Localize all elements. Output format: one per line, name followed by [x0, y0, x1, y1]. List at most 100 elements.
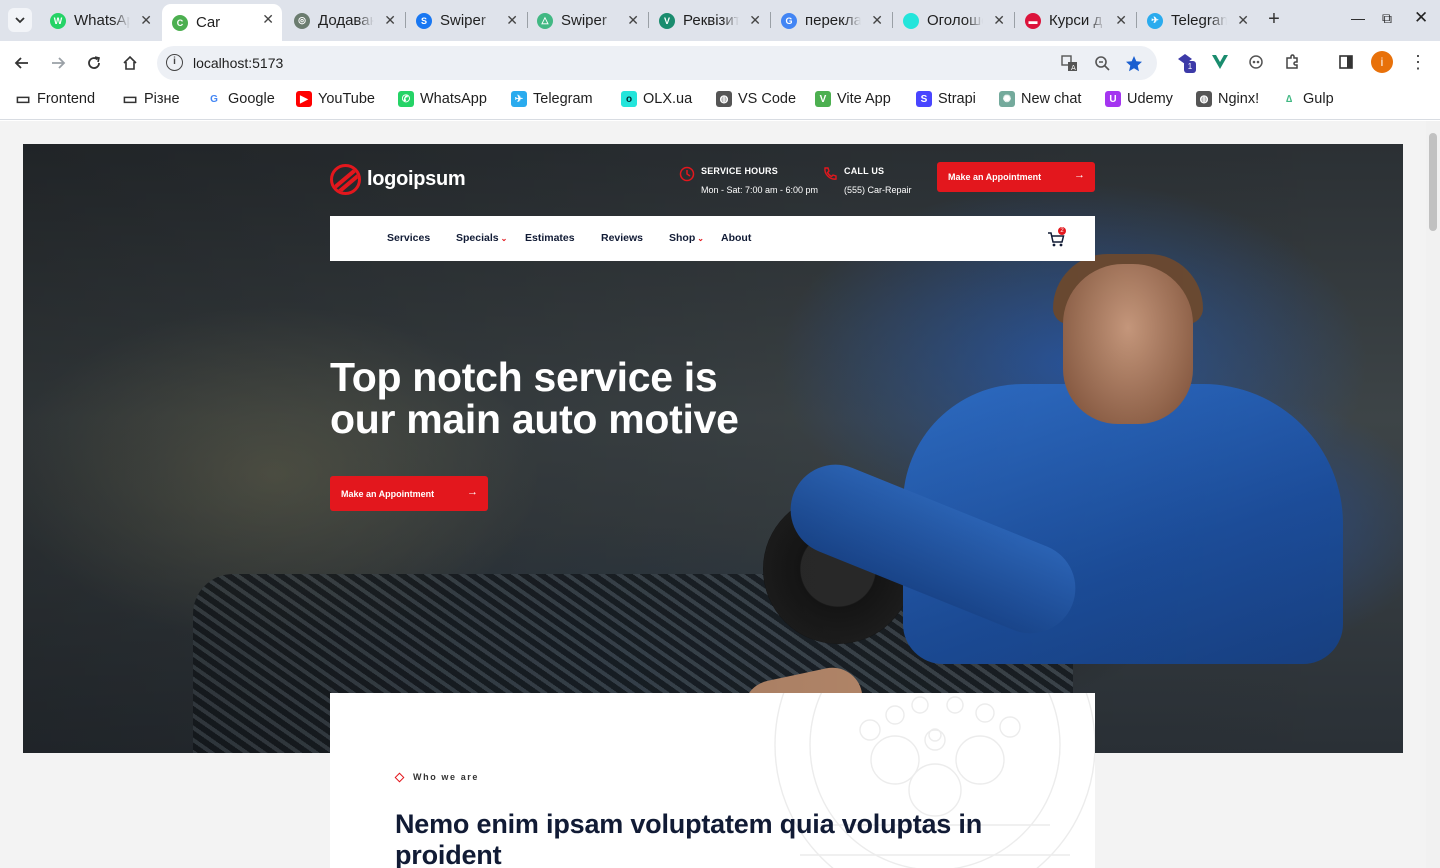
nav-item-about[interactable]: About: [721, 232, 751, 244]
olx-icon: o: [621, 91, 637, 107]
tab-favicon-icon: S: [416, 12, 432, 29]
close-tab-icon[interactable]: ✕: [384, 12, 396, 29]
arrow-right-icon: [52, 57, 66, 69]
about-title: Nemo enim ipsam voluptatem quia voluptas…: [395, 809, 983, 868]
vue-icon: ∆: [1285, 93, 1293, 105]
close-tab-icon[interactable]: ✕: [749, 12, 761, 29]
browser-tab[interactable]: S Swiper ✕: [406, 5, 526, 36]
bookmark-item[interactable]: ▶ YouTube: [296, 91, 375, 107]
vite-icon: V: [815, 91, 831, 107]
tab-strip: W WhatsApp ✕ C Car ✕ ◎ Додавання ✕ S Swiper ✕ △ Swipe…: [0, 0, 1440, 41]
browser-tab[interactable]: ✈ Telegram ✕: [1137, 5, 1257, 36]
folder-icon: ▭: [15, 91, 31, 108]
bookmark-label: Nginx!: [1218, 91, 1260, 107]
close-window-button[interactable]: ✕: [1414, 8, 1428, 28]
cart-button[interactable]: 2: [1047, 227, 1066, 248]
chevron-down-icon: ⌄: [697, 234, 704, 243]
tab-title: Додавання: [318, 12, 374, 29]
zoom-icon[interactable]: [1093, 55, 1111, 73]
nav-item-estimates[interactable]: Estimates: [525, 232, 575, 244]
nav-item-specials[interactable]: Specials ⌄: [456, 232, 507, 244]
browser-tab[interactable]: W WhatsApp ✕: [40, 5, 160, 36]
make-appointment-button[interactable]: Make an Appointment →: [937, 162, 1095, 192]
bookmark-label: Telegram: [533, 91, 593, 107]
new-tab-button[interactable]: +: [1263, 8, 1285, 30]
youtube-icon: ▶: [296, 91, 312, 107]
arrow-left-icon: [14, 57, 28, 69]
page-scrollbar[interactable]: [1426, 121, 1440, 868]
about-section: Who we are Nemo enim ipsam voluptatem qu…: [330, 693, 1095, 868]
browser-menu-icon[interactable]: ⋮: [1407, 51, 1429, 73]
nav-item-label: Reviews: [601, 232, 644, 244]
browser-tab[interactable]: C Car ✕: [162, 4, 282, 41]
forward-button[interactable]: [45, 50, 71, 76]
nav-item-label: Shop: [669, 232, 696, 244]
extension-eye-icon[interactable]: [1245, 51, 1267, 73]
extension-icon[interactable]: 1: [1174, 51, 1196, 73]
bookmark-item[interactable]: ▭ Frontend: [15, 91, 95, 108]
close-tab-icon[interactable]: ✕: [1115, 12, 1127, 29]
side-panel-icon[interactable]: [1335, 51, 1357, 73]
arrow-right-icon: →: [1074, 169, 1085, 181]
bookmark-item[interactable]: S Strapi: [916, 91, 976, 107]
bookmark-item[interactable]: ✆ WhatsApp: [398, 91, 487, 107]
tab-favicon-icon: ◎: [294, 12, 310, 29]
url-text: localhost:5173: [193, 55, 284, 71]
reload-button[interactable]: [81, 50, 107, 76]
section-tag: Who we are: [394, 772, 479, 782]
back-button[interactable]: [9, 50, 35, 76]
nav-item-shop[interactable]: Shop ⌄: [669, 232, 704, 244]
bookmark-item[interactable]: G Google: [206, 91, 275, 107]
site-info-icon[interactable]: i: [166, 54, 183, 71]
phone-icon: [824, 167, 837, 180]
reload-icon: [88, 56, 100, 69]
browser-tab[interactable]: △ Swiper ✕: [527, 5, 647, 36]
hero-appointment-button[interactable]: Make an Appointment →: [330, 476, 488, 511]
browser-tab[interactable]: V Реквізити ✕: [649, 5, 769, 36]
browser-tab[interactable]: Оголошення ✕: [893, 5, 1013, 36]
close-tab-icon[interactable]: ✕: [506, 12, 518, 29]
bookmark-item[interactable]: ✈ Telegram: [511, 91, 593, 107]
bookmarks-bar: ▭ Frontend ▭ Різне G Google ▶ YouTube ✆ WhatsApp ✈…: [0, 84, 1440, 120]
bookmark-label: Gulp: [1303, 91, 1334, 107]
browser-tab[interactable]: Gпереклад ✕: [771, 5, 891, 36]
restore-button[interactable]: ⧉: [1382, 10, 1392, 27]
tab-search-button[interactable]: [8, 8, 32, 32]
close-tab-icon[interactable]: ✕: [1237, 12, 1249, 29]
close-tab-icon[interactable]: ✕: [140, 12, 152, 29]
tab-title: Оголошення: [927, 12, 983, 29]
nav-item-label: Estimates: [525, 232, 575, 244]
tab-title: Swiper: [440, 12, 486, 29]
minimize-button[interactable]: —: [1351, 10, 1365, 26]
translate-icon[interactable]: A: [1060, 55, 1078, 73]
bookmark-item[interactable]: ∆ Gulp: [1281, 91, 1334, 107]
bookmark-item[interactable]: ◍ Nginx!: [1196, 91, 1259, 107]
browser-tab[interactable]: ◎ Додавання ✕: [284, 5, 404, 36]
home-button[interactable]: [117, 50, 143, 76]
bookmark-label: Google: [228, 91, 275, 107]
bookmark-item[interactable]: o OLX.ua: [621, 91, 692, 107]
address-bar[interactable]: i localhost:5173 A: [157, 46, 1157, 80]
close-tab-icon[interactable]: ✕: [627, 12, 639, 29]
bookmark-item[interactable]: ▭ Різне: [122, 91, 179, 108]
bookmark-item[interactable]: ✺ New chat: [999, 91, 1081, 107]
bookmark-item[interactable]: ◍ VS Code: [716, 91, 796, 107]
vue-devtools-icon[interactable]: [1209, 51, 1231, 73]
bookmark-item[interactable]: U Udemy: [1105, 91, 1173, 107]
site-logo[interactable]: logoipsum: [330, 164, 466, 195]
service-hours: SERVICE HOURS Mon - Sat: 7:00 am - 6:00 …: [679, 166, 818, 195]
nav-item-reviews[interactable]: Reviews: [601, 232, 643, 244]
call-us-phone[interactable]: (555) Car-Repair: [844, 185, 912, 195]
bookmark-item[interactable]: V Vite App: [815, 91, 891, 107]
close-tab-icon[interactable]: ✕: [993, 12, 1005, 29]
extensions-puzzle-icon[interactable]: [1281, 51, 1303, 73]
close-tab-icon[interactable]: ✕: [871, 12, 883, 29]
profile-avatar[interactable]: i: [1371, 51, 1393, 73]
scrollbar-thumb[interactable]: [1429, 133, 1437, 231]
bookmark-label: YouTube: [318, 91, 375, 107]
nav-item-services[interactable]: Services: [387, 232, 430, 244]
bookmark-star-icon[interactable]: [1125, 55, 1143, 73]
globe-icon: ◍: [1196, 91, 1212, 107]
close-tab-icon[interactable]: ✕: [262, 11, 274, 28]
browser-tab[interactable]: ▬ Курси д ✕: [1015, 5, 1135, 36]
